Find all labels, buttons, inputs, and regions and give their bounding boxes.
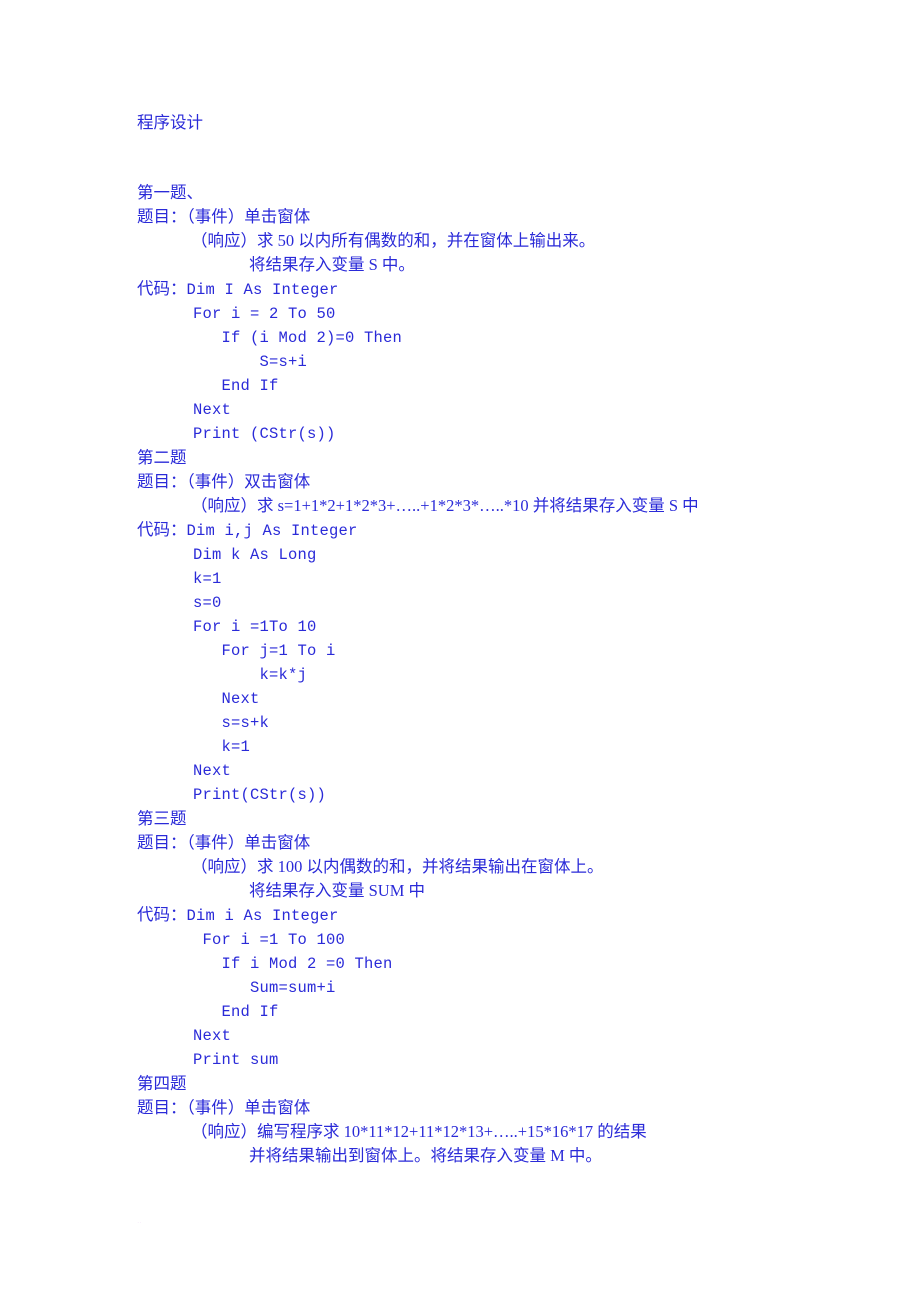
problem-response-line-3-0: （响应）求 100 以内偶数的和，并将结果输出在窗体上。: [191, 857, 604, 876]
code-line-1-1: For i = 2 To 50: [193, 305, 336, 323]
code-line-3-5: Next: [193, 1027, 232, 1045]
problem-label-1: 题目：: [137, 207, 187, 226]
problem-label-3: 题目：: [137, 833, 187, 852]
code-line-3-2: If i Mod 2 =0 Then: [193, 955, 393, 973]
document-content: 程序设计 第一题、 题目：（事件）单击窗体 （响应）求 50 以内所有偶数的和，…: [137, 111, 877, 1168]
code-line-2-4: For i =1To 10: [193, 618, 317, 636]
code-line-1-2: If (i Mod 2)=0 Then: [193, 329, 403, 347]
code-line-2-10: Next: [193, 762, 232, 780]
problem-event-line-4: 题目：（事件）单击窗体: [137, 1096, 877, 1120]
problem-response-line-3-1: 将结果存入变量 SUM 中: [249, 881, 426, 900]
code-line-2-3: s=0: [193, 594, 222, 612]
problem-section-1: 第一题、 题目：（事件）单击窗体 （响应）求 50 以内所有偶数的和，并在窗体上…: [137, 181, 877, 446]
code-label-1: 代码：: [137, 279, 187, 298]
title-spacer: [137, 135, 877, 181]
code-line-1-4: End If: [193, 377, 279, 395]
code-line-2-1: Dim k As Long: [193, 546, 317, 564]
code-line-3-6: Print sum: [193, 1051, 279, 1069]
section-heading-2: 第二题: [137, 448, 187, 467]
code-label-2: 代码：: [137, 520, 187, 539]
problem-label-4: 题目：: [137, 1098, 187, 1117]
code-line-1-5: Next: [193, 401, 232, 419]
problem-response-line-1-0: （响应）求 50 以内所有偶数的和，并在窗体上输出来。: [191, 231, 596, 250]
section-heading-3: 第三题: [137, 809, 187, 828]
problem-response-line-2-0: （响应）求 s=1+1*2+1*2*3+…..+1*2*3*…..*10 并将结…: [191, 496, 699, 515]
code-text-2-0: Dim i,j As Integer: [186, 522, 358, 540]
code-line-3-1: For i =1 To 100: [193, 931, 346, 949]
code-line-2-2: k=1: [193, 570, 222, 588]
problem-response-line-4-0: （响应）编写程序求 10*11*12+11*12*13+…..+15*16*17…: [191, 1122, 647, 1141]
event-text-2: （事件）双击窗体: [186, 472, 311, 491]
problem-label-2: 题目：: [137, 472, 187, 491]
problem-response-line-1-1: 将结果存入变量 S 中。: [249, 255, 415, 274]
problem-event-line-1: 题目：（事件）单击窗体: [137, 205, 877, 229]
code-line-3-4: End If: [193, 1003, 279, 1021]
code-first-line-2: 代码：Dim i,j As Integer: [137, 518, 877, 543]
code-line-3-3: Sum=sum+i: [193, 979, 336, 997]
scan-artifact: ··: [137, 1219, 142, 1227]
code-line-1-6: Print (CStr(s)): [193, 425, 336, 443]
problem-section-2: 第二题 题目：（事件）双击窗体 （响应）求 s=1+1*2+1*2*3+…..+…: [137, 446, 877, 807]
code-text-1-0: Dim I As Integer: [186, 281, 339, 299]
code-line-2-9: k=1: [193, 738, 251, 756]
code-text-3-0: Dim i As Integer: [186, 907, 339, 925]
section-heading-1: 第一题、: [137, 183, 203, 202]
problem-section-4: 第四题 题目：（事件）单击窗体 （响应）编写程序求 10*11*12+11*12…: [137, 1072, 877, 1168]
problem-response-line-4-1: 并将结果输出到窗体上。将结果存入变量 M 中。: [249, 1146, 602, 1165]
code-line-2-6: k=k*j: [193, 666, 308, 684]
problem-section-3: 第三题 题目：（事件）单击窗体 （响应）求 100 以内偶数的和，并将结果输出在…: [137, 807, 877, 1072]
code-first-line-3: 代码：Dim i As Integer: [137, 903, 877, 928]
code-line-1-3: S=s+i: [193, 353, 308, 371]
problem-event-line-3: 题目：（事件）单击窗体: [137, 831, 877, 855]
problem-event-line-2: 题目：（事件）双击窗体: [137, 470, 877, 494]
code-line-2-8: s=s+k: [193, 714, 270, 732]
event-text-3: （事件）单击窗体: [186, 833, 311, 852]
code-line-2-11: Print(CStr(s)): [193, 786, 327, 804]
section-heading-4: 第四题: [137, 1074, 187, 1093]
document-page: 程序设计 第一题、 题目：（事件）单击窗体 （响应）求 50 以内所有偶数的和，…: [0, 0, 920, 1302]
code-line-2-5: For j=1 To i: [193, 642, 336, 660]
code-line-2-7: Next: [193, 690, 260, 708]
code-first-line-1: 代码：Dim I As Integer: [137, 277, 877, 302]
code-label-3: 代码：: [137, 905, 187, 924]
page-title: 程序设计: [137, 113, 203, 132]
event-text-4: （事件）单击窗体: [186, 1098, 311, 1117]
event-text-1: （事件）单击窗体: [186, 207, 311, 226]
